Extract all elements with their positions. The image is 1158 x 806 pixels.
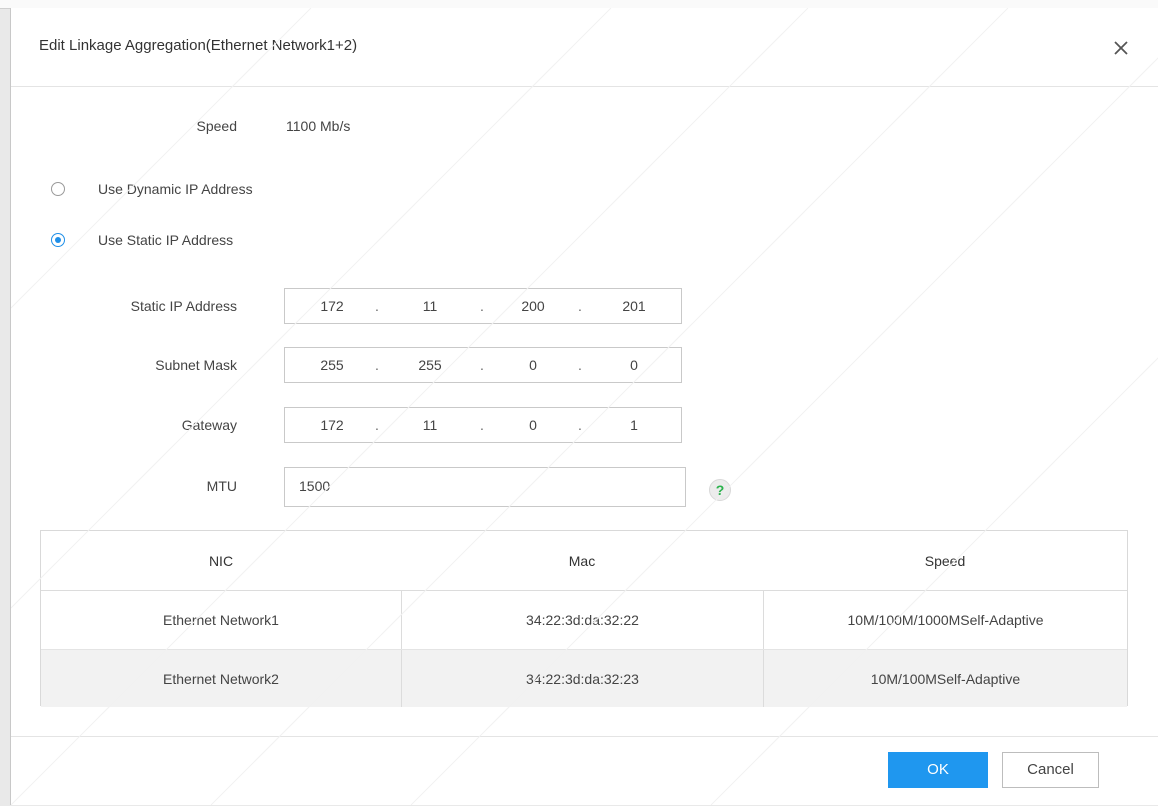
close-button[interactable] [1108,35,1134,61]
nic-cell: Ethernet Network1 [163,612,279,628]
speed-value: 1100 Mb/s [286,118,351,134]
nic-cell: Ethernet Network2 [163,670,279,687]
mtu-input[interactable]: 1500 [284,467,686,507]
static-ip-address-label: Static IP Address [130,298,237,314]
ok-button[interactable]: OK [888,752,988,788]
close-icon [1114,41,1128,55]
octet-separator: . [375,298,379,314]
octet-separator: . [375,357,379,373]
gateway-octet-2[interactable]: 11 [405,417,455,433]
table-header-row: NIC Mac Speed [41,531,1127,590]
question-icon[interactable]: ? [709,479,731,501]
octet-separator: . [578,357,582,373]
mac-cell: 34:22:3d:da:32:22 [401,591,763,649]
dynamic-ip-label: Use Dynamic IP Address [98,181,253,197]
edit-linkage-aggregation-dialog: Edit Linkage Aggregation(Ethernet Networ… [10,8,1158,805]
static-ip-radio[interactable] [51,233,65,247]
octet-separator: . [480,298,484,314]
subnet-mask-label: Subnet Mask [155,357,237,373]
ip-octet-1[interactable]: 172 [307,298,357,314]
dialog-title: Edit Linkage Aggregation(Ethernet Networ… [39,37,358,54]
mask-octet-2[interactable]: 255 [405,357,455,373]
mask-octet-3[interactable]: 0 [508,357,558,373]
ip-octet-2[interactable]: 11 [405,298,455,314]
octet-separator: . [480,357,484,373]
dynamic-ip-option[interactable]: Use Dynamic IP Address [51,181,311,201]
subnet-mask-input[interactable]: 255 . 255 . 0 . 0 [284,347,682,383]
octet-separator: . [480,417,484,433]
column-header-mac: Mac [568,552,596,569]
table-row[interactable]: Ethernet Network2 34:22:3d:da:32:23 10M/… [41,649,1127,707]
dynamic-ip-radio[interactable] [51,182,65,196]
speed-label: Speed [196,118,237,134]
gateway-octet-4[interactable]: 1 [609,417,659,433]
table-row[interactable]: Ethernet Network1 34:22:3d:da:32:22 10M/… [41,590,1127,649]
column-header-nic: NIC [208,552,234,569]
octet-separator: . [578,298,582,314]
nic-table: NIC Mac Speed Ethernet Network1 34:22:3d… [40,530,1128,707]
mtu-label: MTU [206,478,237,494]
dialog-header: Edit Linkage Aggregation(Ethernet Networ… [11,8,1158,87]
dialog-footer: OK Cancel [11,736,1158,806]
static-ip-option[interactable]: Use Static IP Address [51,232,291,252]
mask-octet-1[interactable]: 255 [307,357,357,373]
cancel-button[interactable]: Cancel [1002,752,1099,788]
octet-separator: . [578,417,582,433]
column-header-speed: Speed [924,552,966,569]
gateway-label: Gateway [181,417,237,433]
mac-cell: 34:22:3d:da:32:23 [401,650,763,707]
ip-octet-4[interactable]: 201 [609,298,659,314]
static-ip-address-input[interactable]: 172 . 11 . 200 . 201 [284,288,682,324]
speed-cell: 10M/100MSelf-Adaptive [763,650,1127,707]
static-ip-label: Use Static IP Address [98,232,234,248]
gateway-input[interactable]: 172 . 11 . 0 . 1 [284,407,682,443]
gateway-octet-1[interactable]: 172 [307,417,357,433]
gateway-octet-3[interactable]: 0 [508,417,558,433]
mask-octet-4[interactable]: 0 [609,357,659,373]
ip-octet-3[interactable]: 200 [508,298,558,314]
speed-cell: 10M/100M/1000MSelf-Adaptive [763,591,1127,649]
octet-separator: . [375,417,379,433]
